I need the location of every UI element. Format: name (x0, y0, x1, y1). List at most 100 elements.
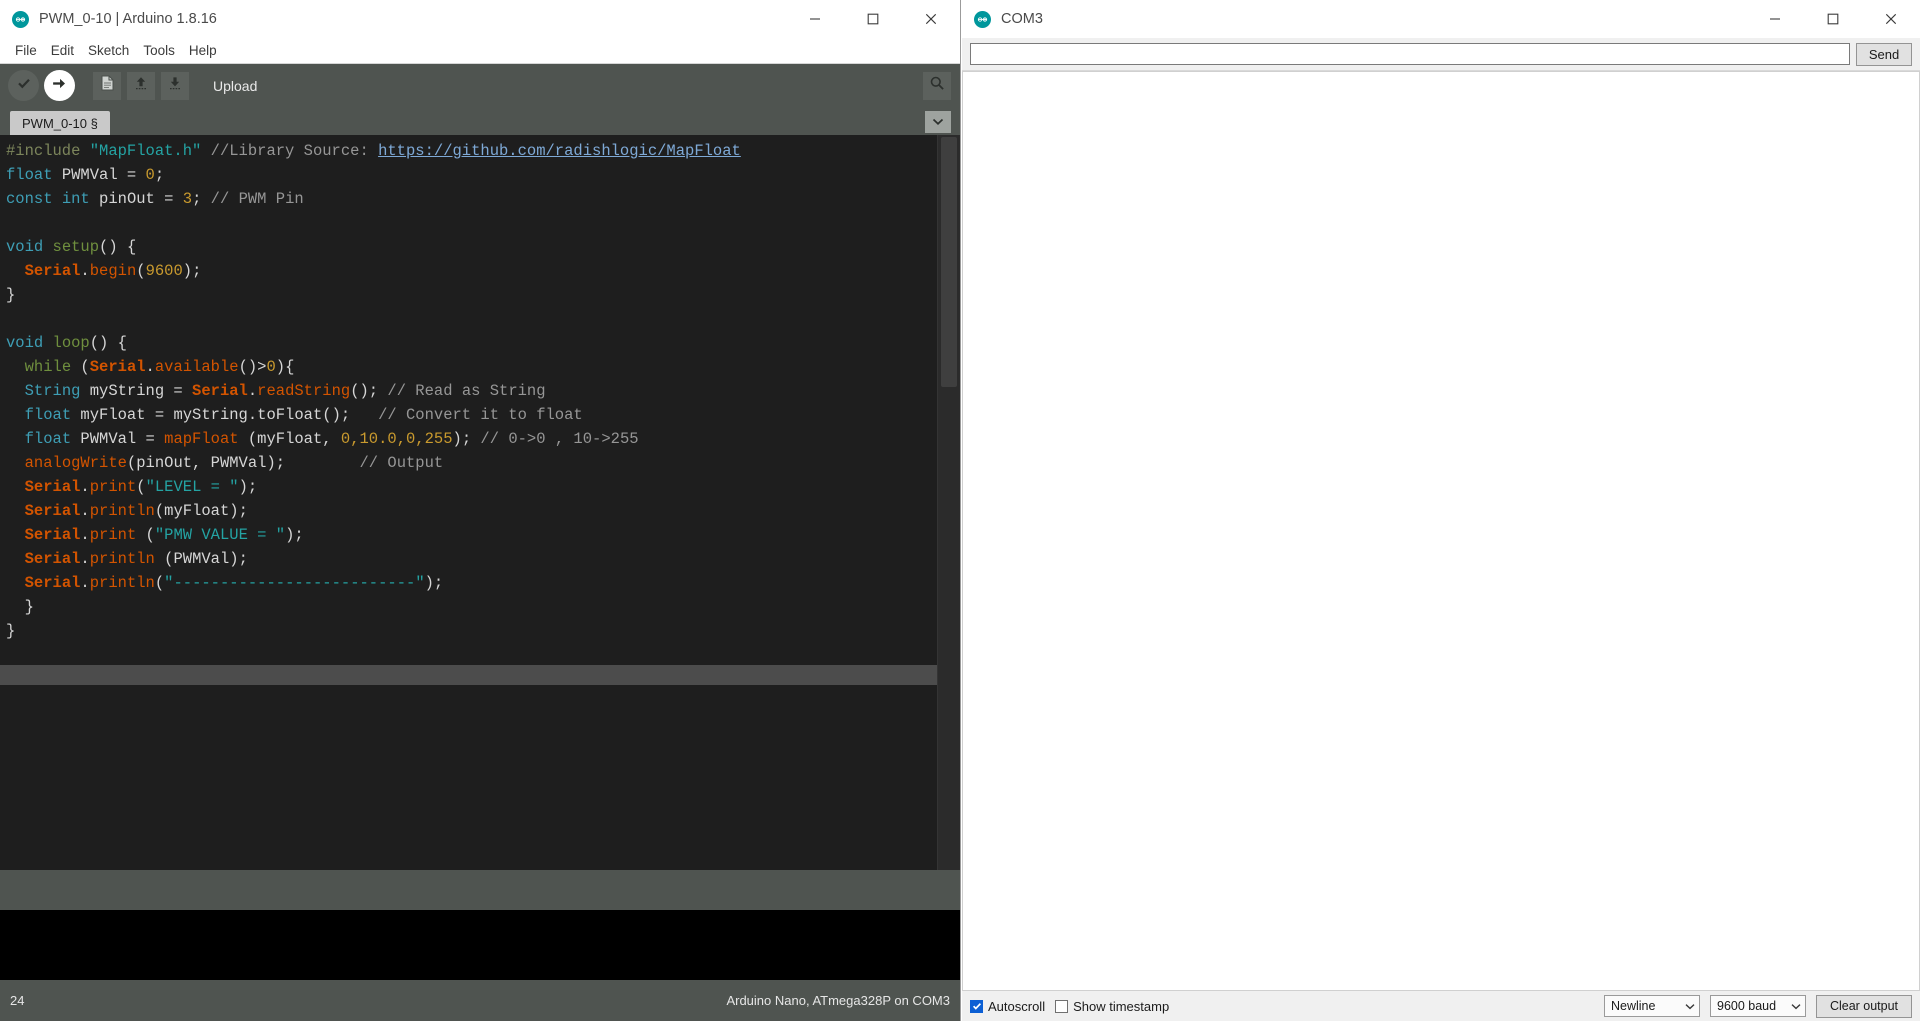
code-token: float (24, 406, 72, 424)
editor-scrollbar-thumb[interactable] (941, 137, 957, 387)
code-token: . (247, 382, 258, 400)
serial-monitor-title-bar: COM3 (962, 0, 1920, 38)
code-token: Serial (24, 478, 81, 496)
code-token: float (6, 166, 53, 184)
code-token: "PMW VALUE = " (154, 526, 286, 544)
tab-sketch-pwm[interactable]: PWM_0-10 § (10, 111, 110, 135)
code-token: (); (350, 382, 388, 400)
code-token: mapFloat (164, 430, 239, 448)
menu-item-edit[interactable]: Edit (44, 41, 81, 60)
code-token: println (89, 550, 155, 568)
code-line: float myFloat = myString.toFloat(); // C… (6, 403, 937, 427)
send-button[interactable]: Send (1856, 42, 1912, 66)
code-line: const int pinOut = 3; // PWM Pin (6, 187, 937, 211)
checkbox-icon[interactable] (970, 999, 983, 1013)
code-token: ( (71, 358, 90, 376)
code-token: // Output (359, 454, 444, 472)
code-token: ( (154, 574, 165, 592)
verify-button[interactable] (8, 70, 39, 101)
editor-horizontal-divider (0, 665, 937, 685)
code-token: . (80, 502, 90, 520)
code-token[interactable]: https://github.com/radishlogic/MapFloat (378, 142, 741, 160)
baud-rate-select[interactable]: 9600 baud (1710, 995, 1806, 1017)
code-line: Serial.println(myFloat); (6, 499, 937, 523)
code-token: myFloat = myString.toFloat(); (71, 406, 379, 424)
save-sketch-button[interactable] (161, 71, 189, 100)
minimize-icon[interactable] (1746, 0, 1804, 38)
code-token: Serial (24, 574, 81, 592)
code-token: . (80, 478, 90, 496)
serial-output-area[interactable] (962, 71, 1920, 991)
code-token: 9600 (145, 262, 183, 280)
upload-button[interactable] (44, 70, 75, 101)
new-sketch-button[interactable] (93, 71, 121, 100)
code-token: PWMVal = (71, 430, 165, 448)
code-token: (myFloat, (238, 430, 341, 448)
magnifier-icon (929, 75, 945, 96)
code-token: 3 (182, 190, 193, 208)
show-timestamp-checkbox[interactable]: Show timestamp (1055, 999, 1169, 1014)
console-header-bar (0, 870, 960, 910)
line-ending-select[interactable]: Newline (1604, 995, 1700, 1017)
code-token: "MapFloat.h" (89, 142, 211, 160)
serial-monitor-footer: Autoscroll Show timestamp Newline 9600 b… (962, 991, 1920, 1021)
ide-window-controls (786, 0, 960, 38)
code-token: ( (136, 526, 155, 544)
maximize-icon[interactable] (844, 0, 902, 38)
code-token: . (80, 262, 90, 280)
clear-output-button[interactable]: Clear output (1816, 994, 1912, 1018)
code-text[interactable]: #include "MapFloat.h" //Library Source: … (0, 135, 937, 643)
arduino-logo-icon (12, 10, 29, 28)
autoscroll-label: Autoscroll (988, 998, 1046, 1014)
code-token: Serial (24, 262, 81, 280)
code-token: . (80, 574, 90, 592)
line-ending-value: Newline (1611, 999, 1656, 1013)
editor-scrollbar[interactable] (937, 135, 960, 870)
code-token: // Read as String (387, 382, 546, 400)
serial-command-input[interactable] (970, 43, 1850, 65)
code-line: Serial.print("LEVEL = "); (6, 475, 937, 499)
new-file-icon (100, 75, 115, 96)
ide-tab-strip: PWM_0-10 § (0, 107, 960, 135)
code-editor[interactable]: #include "MapFloat.h" //Library Source: … (0, 135, 937, 870)
check-icon (16, 75, 32, 96)
code-token: println (89, 502, 155, 520)
code-token: () { (99, 238, 137, 256)
code-token: (myFloat); (154, 502, 248, 520)
code-token: . (80, 526, 90, 544)
autoscroll-checkbox[interactable]: Autoscroll (970, 999, 1045, 1014)
minimize-icon[interactable] (786, 0, 844, 38)
code-line: String myString = Serial.readString(); /… (6, 379, 937, 403)
close-icon[interactable] (902, 0, 960, 38)
open-sketch-button[interactable] (127, 71, 155, 100)
serial-monitor-window-title: COM3 (1001, 11, 1043, 27)
maximize-icon[interactable] (1804, 0, 1862, 38)
code-token: 0,10.0,0,255 (340, 430, 453, 448)
menu-item-help[interactable]: Help (182, 41, 224, 60)
checkbox-icon[interactable] (1055, 999, 1069, 1013)
code-token: String (24, 382, 81, 400)
code-token: myString = (80, 382, 193, 400)
tab-menu-button[interactable] (925, 111, 951, 133)
code-token: 0 (266, 358, 276, 376)
code-token: Serial (24, 550, 81, 568)
serial-monitor-button[interactable] (923, 71, 951, 100)
menu-item-sketch[interactable]: Sketch (81, 41, 136, 60)
menu-item-tools[interactable]: Tools (136, 41, 182, 60)
close-icon[interactable] (1862, 0, 1920, 38)
ide-window-title: PWM_0-10 | Arduino 1.8.16 (39, 11, 217, 27)
code-token: ( (136, 262, 146, 280)
code-line: Serial.println("------------------------… (6, 571, 937, 595)
console-output (0, 910, 960, 980)
menu-item-file[interactable]: File (8, 41, 44, 60)
code-token: } (6, 622, 16, 640)
